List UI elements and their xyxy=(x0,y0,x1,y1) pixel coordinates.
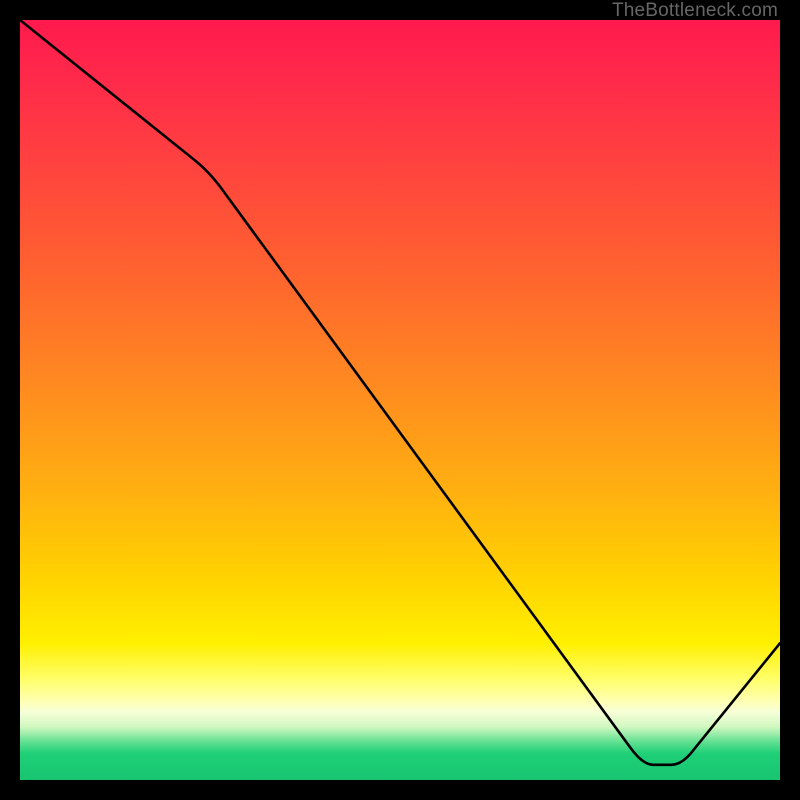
watermark-text: TheBottleneck.com xyxy=(612,0,778,22)
plot-area xyxy=(20,20,780,780)
bottleneck-line xyxy=(20,20,780,765)
chart-svg xyxy=(20,20,780,780)
chart-frame: TheBottleneck.com xyxy=(0,0,800,800)
